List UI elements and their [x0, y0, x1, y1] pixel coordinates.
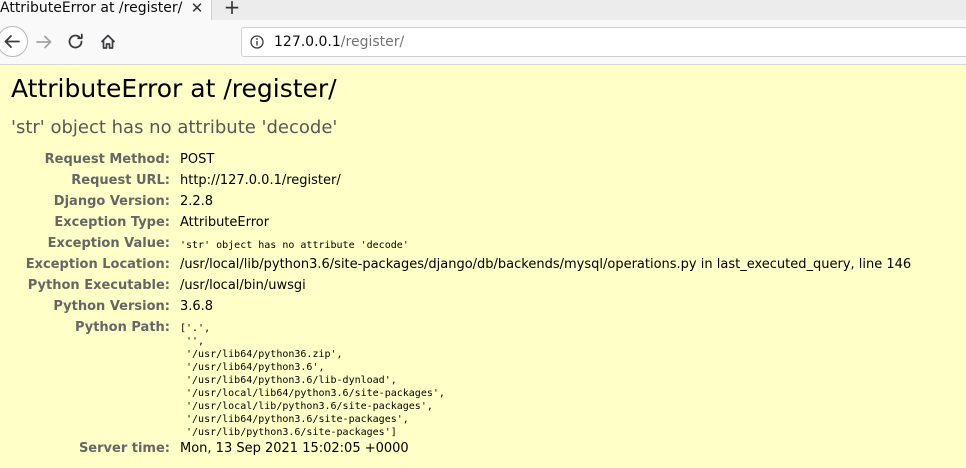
meta-label: Exception Value: [47, 236, 170, 251]
close-tab-icon[interactable]: ✕ [189, 0, 205, 16]
meta-value: /usr/local/bin/uwsgi [180, 278, 306, 293]
meta-label: Request URL: [71, 173, 170, 188]
tab-title: AttributeError at /register/ [0, 0, 183, 16]
meta-label: Django Version: [53, 194, 170, 209]
reload-button[interactable] [61, 27, 91, 57]
home-icon [100, 34, 116, 49]
python-path-list: ['.', '', '/usr/lib64/python36.zip', '/u… [180, 323, 445, 438]
meta-label: Python Path: [74, 320, 170, 335]
reload-icon [68, 33, 83, 49]
url-text[interactable]: 127.0.0.1/register/ [274, 33, 404, 51]
meta-label: Python Executable: [27, 278, 170, 293]
meta-label: Server time: [78, 441, 170, 456]
meta-label: Python Version: [53, 299, 170, 314]
tab-active[interactable]: AttributeError at /register/ ✕ [0, 0, 212, 20]
exception-value-heading: 'str' object has no attribute 'decode' [11, 117, 338, 138]
meta-label: Exception Location: [25, 257, 170, 272]
forward-button[interactable] [30, 27, 60, 57]
tab-bar: AttributeError at /register/ ✕ + [0, 0, 966, 20]
back-button[interactable] [0, 26, 28, 57]
home-button[interactable] [93, 27, 123, 57]
meta-value: http://127.0.0.1/register/ [180, 173, 341, 188]
navigation-bar: 127.0.0.1/register/ [0, 20, 966, 65]
meta-value: Mon, 13 Sep 2021 15:02:05 +0000 [180, 441, 409, 456]
meta-value: 3.6.8 [180, 299, 214, 314]
new-tab-button[interactable]: + [222, 0, 242, 17]
back-arrow-icon [4, 35, 20, 48]
url-bar[interactable]: 127.0.0.1/register/ [241, 27, 966, 57]
page-title: AttributeError at /register/ [11, 74, 337, 103]
url-path: /register/ [340, 34, 405, 50]
url-host: 127.0.0.1 [274, 34, 341, 50]
meta-value: /usr/local/lib/python3.6/site-packages/d… [180, 257, 912, 272]
error-summary: AttributeError at /register/ 'str' objec… [0, 65, 966, 468]
info-icon[interactable] [250, 35, 264, 49]
forward-arrow-icon [36, 35, 52, 49]
meta-value: 'str' object has no attribute 'decode' [180, 240, 409, 251]
meta-label: Request Method: [44, 152, 170, 167]
meta-value: AttributeError [180, 215, 270, 230]
meta-label: Exception Type: [54, 215, 170, 230]
meta-value: POST [180, 152, 215, 167]
meta-value: 2.2.8 [180, 194, 214, 209]
